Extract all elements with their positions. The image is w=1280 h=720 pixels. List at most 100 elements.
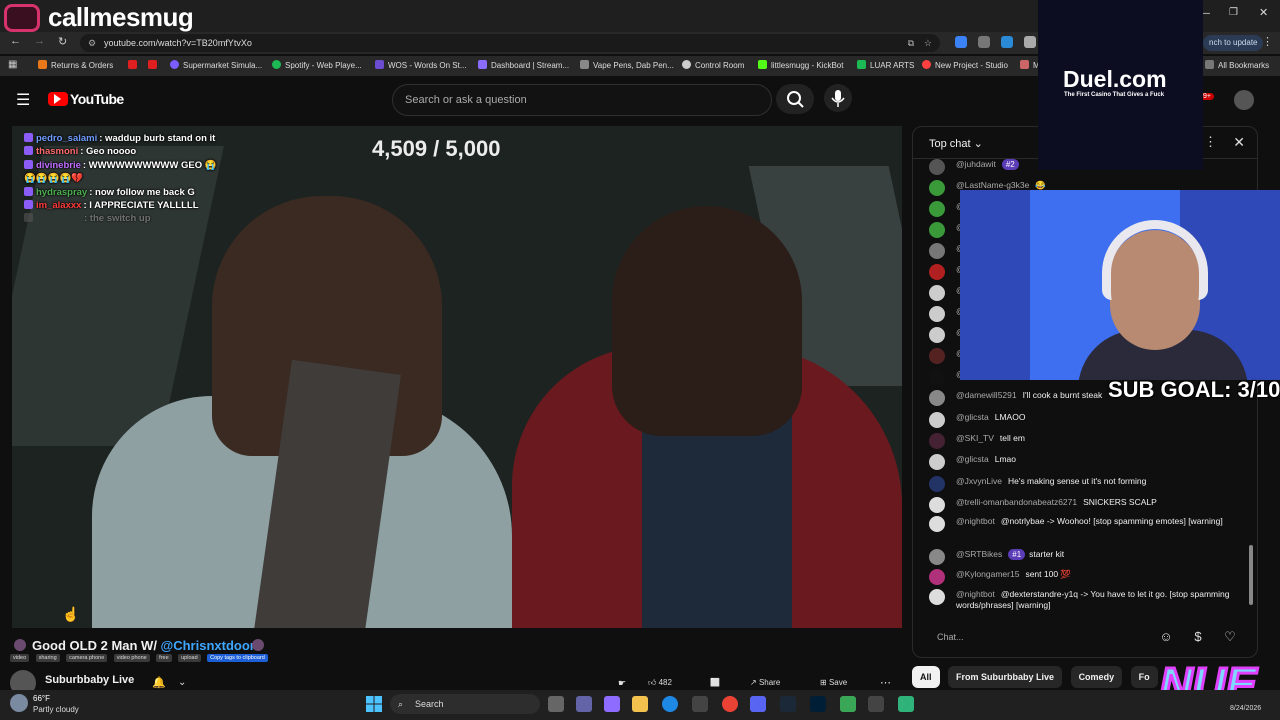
search-button[interactable] [776,84,814,114]
chat-avatar[interactable] [929,348,945,364]
weather-icon[interactable] [10,694,28,712]
teams-icon[interactable] [576,696,592,712]
chat-avatar[interactable] [929,285,945,301]
mention-link[interactable]: @Chrisnxtdoor [161,638,255,653]
windows-start-icon[interactable] [366,696,382,712]
youtube-logo-text[interactable]: YouTube [70,91,124,107]
chat-avatar[interactable] [929,306,945,322]
bookmark-new-project[interactable]: New Project - Studio [922,60,1008,72]
chat-avatar[interactable] [929,264,945,280]
chat-avatar[interactable] [929,201,945,217]
chat-input[interactable]: Chat... [925,625,1155,649]
channel-name[interactable]: Suburbbaby Live [45,674,134,686]
file-explorer-icon[interactable] [632,696,648,712]
chat-avatar[interactable] [929,222,945,238]
weather-temperature[interactable]: 66°F [33,694,50,703]
url-field[interactable]: ⚙ youtube.com/watch?v=TB20mfYtvXo ⧉ ☆ [80,34,940,52]
chevron-down-icon[interactable]: ⌄ [178,677,186,688]
chat-close-icon[interactable]: ✕ [1233,134,1245,151]
bookmark-dashboard[interactable]: Dashboard | Stream... [478,60,569,72]
tag-chip[interactable]: video phone [113,654,150,662]
steam-icon[interactable] [780,696,796,712]
extension-icon[interactable] [1024,36,1036,48]
notes-icon[interactable] [840,696,856,712]
all-bookmarks-button[interactable]: All Bookmarks [1205,60,1269,72]
bookmark-youtube-1[interactable] [128,60,141,72]
chat-username[interactable]: @SRTBikes [956,549,1002,559]
forward-icon[interactable]: → [34,35,45,47]
edge-icon[interactable] [662,696,678,712]
share-button[interactable]: ↗ Share [750,678,780,687]
store-icon[interactable] [692,696,708,712]
browser-menu-icon[interactable]: ⋮ [1262,35,1273,48]
chat-scrollbar[interactable] [1249,545,1253,605]
chat-username[interactable]: @trelli-omanbandonabeatz6271 [956,497,1077,507]
reload-icon[interactable]: ↻ [58,35,67,48]
extension-icon[interactable] [1001,36,1013,48]
back-icon[interactable]: ← [10,35,21,47]
bookmark-m[interactable]: M [1020,60,1040,72]
super-chat-icon[interactable]: $ [1190,629,1206,645]
chat-username[interactable]: @nightbot [956,589,995,599]
extension-icon[interactable] [955,36,967,48]
chat-avatar[interactable] [929,589,945,605]
photoshop-icon[interactable] [810,696,826,712]
bookmark-supermarket[interactable]: Supermarket Simula... [170,60,262,72]
bookmark-control-room[interactable]: Control Room [682,60,744,72]
weather-description[interactable]: Partly cloudy [33,705,79,714]
chat-avatar[interactable] [929,454,945,470]
window-close-button[interactable]: ✕ [1259,6,1268,19]
chat-more-icon[interactable]: ⋮ [1204,134,1217,150]
taskbar-search[interactable]: ⌕ Search [390,694,540,714]
account-avatar[interactable] [1234,90,1254,110]
window-maximize-button[interactable]: ❐ [1229,7,1238,18]
search-input[interactable]: Search or ask a question [392,84,772,116]
chat-username[interactable]: @nightbot [956,516,995,526]
chat-avatar[interactable] [929,243,945,259]
bookmark-returns-orders[interactable]: Returns & Orders [38,60,113,72]
tag-chip[interactable]: sharing [35,654,60,662]
chat-username[interactable]: @Kylongamer15 [956,569,1019,579]
apps-grid-icon[interactable]: ▦ [8,59,17,70]
app-icon[interactable] [868,696,884,712]
tag-chip[interactable]: free [156,654,172,662]
chat-avatar[interactable] [929,412,945,428]
chip-all[interactable]: All [912,666,940,688]
like-button[interactable]: 👍︎ 482 [648,678,672,688]
extension-icon[interactable] [978,36,990,48]
bookmark-spotify[interactable]: Spotify - Web Playe... [272,60,362,72]
chat-avatar[interactable] [929,327,945,343]
chat-avatar[interactable] [929,569,945,585]
bookmark-star-icon[interactable]: ☆ [924,34,932,52]
chrome-icon[interactable] [722,696,738,712]
chat-avatar[interactable] [929,549,945,565]
chat-avatar[interactable] [929,390,945,406]
more-actions-icon[interactable]: ⋯ [880,676,891,689]
install-icon[interactable]: ⧉ [908,34,914,52]
chat-username[interactable]: @LastName-g3k3e [956,180,1029,190]
taskbar-date[interactable]: 8/24/2026 [1230,705,1261,712]
chat-avatar[interactable] [929,516,945,532]
chat-username[interactable]: @glicsta [956,454,989,464]
chip-from-channel[interactable]: From Suburbbaby Live [948,666,1063,688]
bell-icon[interactable]: 🔔 [152,676,166,689]
heart-icon[interactable]: ♡ [1222,629,1238,645]
task-view-icon[interactable] [548,696,564,712]
voice-search-button[interactable] [824,84,852,112]
chat-avatar[interactable] [929,180,945,196]
chat-avatar[interactable] [929,433,945,449]
bookmark-wos[interactable]: WOS - Words On St... [375,60,467,72]
tag-chip[interactable]: camera phone [66,654,108,662]
discord-icon[interactable] [750,696,766,712]
chat-username[interactable]: @glicsta [956,412,989,422]
chat-username[interactable]: @juhdawit [956,159,996,169]
dislike-icon[interactable]: ⬜ [710,678,720,687]
chat-avatar[interactable] [929,476,945,492]
chat-mode-selector[interactable]: Top chat ⌄ [929,137,983,150]
tag-chip[interactable]: video [10,654,30,662]
chip-comedy[interactable]: Comedy [1070,666,1123,688]
site-info-icon[interactable]: ⚙ [88,34,96,52]
app-icon[interactable] [898,696,914,712]
save-button[interactable]: ⊞ Save [820,678,847,687]
chat-avatar[interactable] [929,369,945,385]
